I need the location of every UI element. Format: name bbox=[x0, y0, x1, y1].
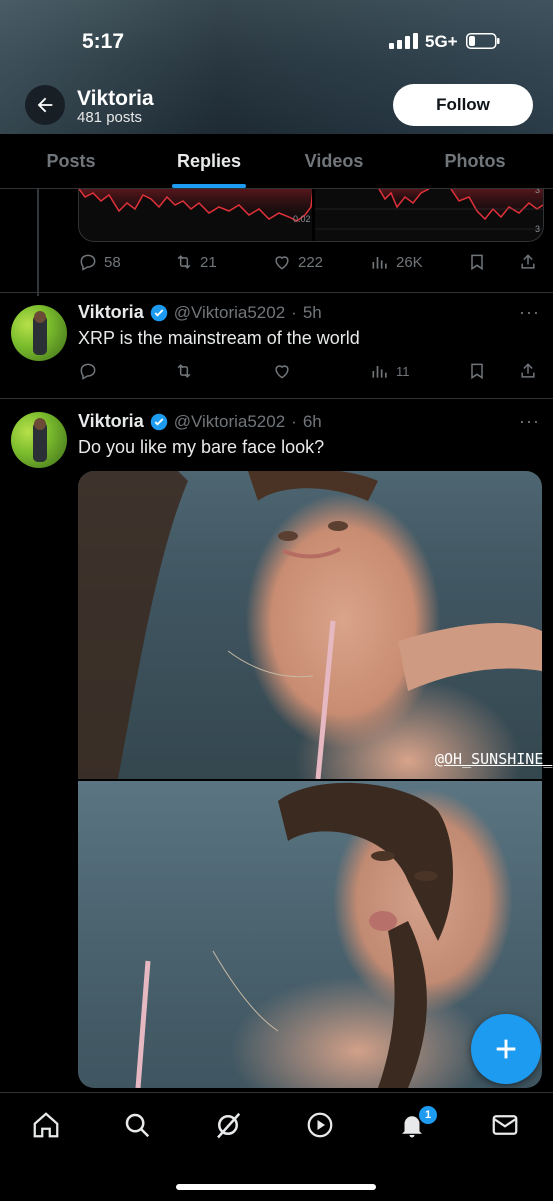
reply-action[interactable]: 58 bbox=[78, 252, 121, 272]
search-icon[interactable] bbox=[122, 1110, 152, 1140]
share-action[interactable] bbox=[518, 252, 538, 272]
dot-separator: · bbox=[291, 302, 297, 322]
like-action[interactable] bbox=[272, 361, 292, 381]
thread-connector-line bbox=[37, 189, 39, 296]
like-action[interactable]: 222 bbox=[272, 252, 323, 272]
chart-image-card[interactable]: 0.02 3 3 bbox=[78, 189, 544, 242]
views-count: 11 bbox=[396, 363, 410, 379]
profile-tabs: Posts Replies Videos Photos bbox=[0, 134, 553, 189]
views-icon bbox=[372, 257, 387, 269]
reply-action[interactable] bbox=[78, 361, 98, 381]
tweet-time: 5h bbox=[302, 302, 322, 322]
share-icon bbox=[521, 254, 535, 269]
like-icon bbox=[275, 256, 289, 270]
views-action[interactable]: 26K bbox=[370, 252, 423, 272]
battery-icon bbox=[466, 33, 500, 49]
tweet-text: XRP is the mainstream of the world bbox=[78, 328, 360, 348]
profile-name: Viktoria bbox=[77, 87, 154, 110]
tweet-header: Viktoria @Viktoria5202 · 6h bbox=[78, 411, 322, 432]
home-indicator[interactable] bbox=[176, 1184, 376, 1190]
author-handle[interactable]: @Viktoria5202 bbox=[174, 303, 285, 323]
dot-separator: · bbox=[291, 411, 297, 431]
status-time: 5:17 bbox=[82, 30, 125, 53]
back-arrow-icon bbox=[37, 97, 53, 113]
like-icon bbox=[275, 365, 289, 379]
chart-label-left: 0.02 bbox=[293, 214, 311, 224]
follow-button[interactable]: Follow bbox=[393, 84, 533, 126]
photo-watermark: @OH_SUNSHINE_ bbox=[435, 750, 553, 768]
tab-photos[interactable]: Photos bbox=[424, 134, 526, 188]
tweet-header: Viktoria @Viktoria5202 · 5h bbox=[78, 302, 322, 323]
network-label: 5G+ bbox=[425, 32, 458, 51]
tweet-time: 6h bbox=[302, 411, 322, 431]
tweet-text: Do you like my bare face look? bbox=[78, 437, 325, 457]
photo-art-1 bbox=[78, 471, 542, 779]
grok-icon[interactable] bbox=[213, 1110, 243, 1140]
chart-label-right-top: 3 bbox=[535, 189, 541, 195]
tweet-photo-1[interactable] bbox=[78, 471, 542, 779]
more-icon[interactable]: ··· bbox=[519, 302, 540, 323]
back-button[interactable] bbox=[25, 85, 65, 125]
repost-icon bbox=[177, 364, 191, 378]
compose-icon bbox=[496, 1039, 516, 1059]
views-action[interactable]: 11 bbox=[370, 361, 410, 381]
notification-badge: 1 bbox=[419, 1106, 437, 1124]
repost-icon bbox=[177, 255, 191, 269]
mail-icon[interactable] bbox=[490, 1110, 520, 1140]
price-chart-snippet bbox=[79, 189, 543, 241]
author-name[interactable]: Viktoria bbox=[78, 411, 144, 432]
compose-button[interactable] bbox=[471, 1014, 541, 1084]
bookmark-icon bbox=[471, 254, 483, 271]
bookmark-action[interactable] bbox=[467, 252, 487, 272]
chart-label-right-bottom: 3 bbox=[535, 224, 541, 234]
author-handle[interactable]: @Viktoria5202 bbox=[174, 412, 285, 432]
avatar[interactable] bbox=[11, 305, 67, 361]
post-count: 481 posts bbox=[77, 109, 143, 126]
reply-icon bbox=[80, 363, 96, 380]
repost-action[interactable]: 21 bbox=[174, 252, 217, 272]
share-icon bbox=[521, 363, 535, 378]
views-count: 26K bbox=[396, 253, 423, 271]
verified-icon bbox=[150, 304, 167, 321]
home-icon[interactable] bbox=[31, 1110, 61, 1140]
reply-count: 58 bbox=[104, 253, 121, 271]
repost-action[interactable] bbox=[174, 361, 194, 381]
tab-videos[interactable]: Videos bbox=[283, 134, 385, 188]
more-icon[interactable]: ··· bbox=[519, 411, 540, 432]
author-name[interactable]: Viktoria bbox=[78, 302, 144, 323]
divider bbox=[0, 398, 553, 399]
divider bbox=[0, 292, 553, 293]
share-action[interactable] bbox=[518, 361, 538, 381]
verified-icon bbox=[150, 413, 167, 430]
avatar[interactable] bbox=[11, 412, 67, 468]
views-icon bbox=[372, 366, 387, 378]
bookmark-action[interactable] bbox=[467, 361, 487, 381]
repost-count: 21 bbox=[200, 253, 217, 271]
like-count: 222 bbox=[298, 253, 324, 271]
avatar-photo bbox=[33, 418, 47, 462]
reply-icon bbox=[80, 254, 96, 271]
signal-icon bbox=[389, 33, 418, 49]
active-tab-indicator bbox=[172, 184, 246, 188]
tab-replies[interactable]: Replies bbox=[158, 134, 260, 188]
video-icon[interactable] bbox=[305, 1110, 335, 1140]
bookmark-icon bbox=[471, 363, 483, 380]
tab-posts[interactable]: Posts bbox=[20, 134, 122, 188]
avatar-photo bbox=[33, 311, 47, 355]
